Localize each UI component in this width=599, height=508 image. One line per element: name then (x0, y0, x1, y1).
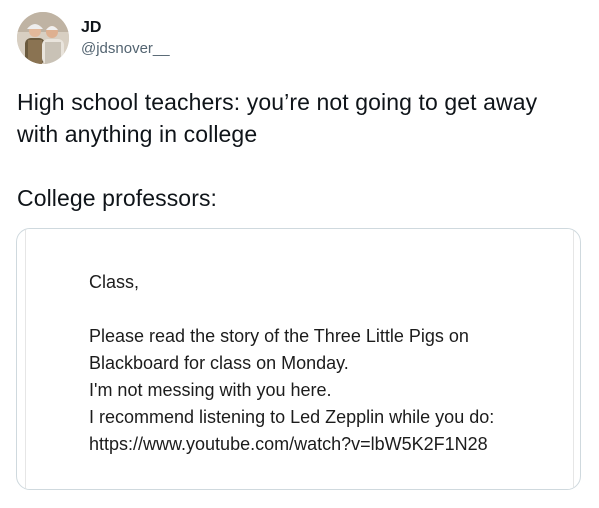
email-content: Class, Please read the story of the Thre… (89, 269, 559, 458)
email-screenshot: Class, Please read the story of the Thre… (25, 229, 574, 489)
email-line: I recommend listening to Led Zepplin whi… (89, 407, 495, 427)
tweet-text-line: College professors: (17, 185, 218, 211)
profile-photo-icon (17, 12, 69, 64)
email-line: Please read the story of the Three Littl… (89, 326, 469, 346)
email-greeting: Class, (89, 272, 140, 292)
user-handle[interactable]: @jdsnover__ (81, 40, 170, 59)
email-link: https://www.youtube.com/watch?v=lbW5K2F1… (89, 434, 488, 454)
tweet-text-line: High school teachers: you’re not going t… (17, 89, 538, 115)
tweet-text-line: with anything in college (17, 121, 258, 147)
tweet-media-image[interactable]: Class, Please read the story of the Thre… (16, 228, 581, 490)
author-names: JD @jdsnover__ (81, 18, 170, 59)
email-line: Blackboard for class on Monday. (89, 353, 349, 373)
email-line: I'm not messing with you here. (89, 380, 332, 400)
avatar[interactable] (17, 12, 69, 64)
tweet-text: High school teachers: you’re not going t… (17, 86, 587, 214)
tweet-header: JD @jdsnover__ (17, 12, 170, 64)
display-name[interactable]: JD (81, 18, 170, 38)
tweet: JD @jdsnover__ High school teachers: you… (0, 0, 599, 508)
